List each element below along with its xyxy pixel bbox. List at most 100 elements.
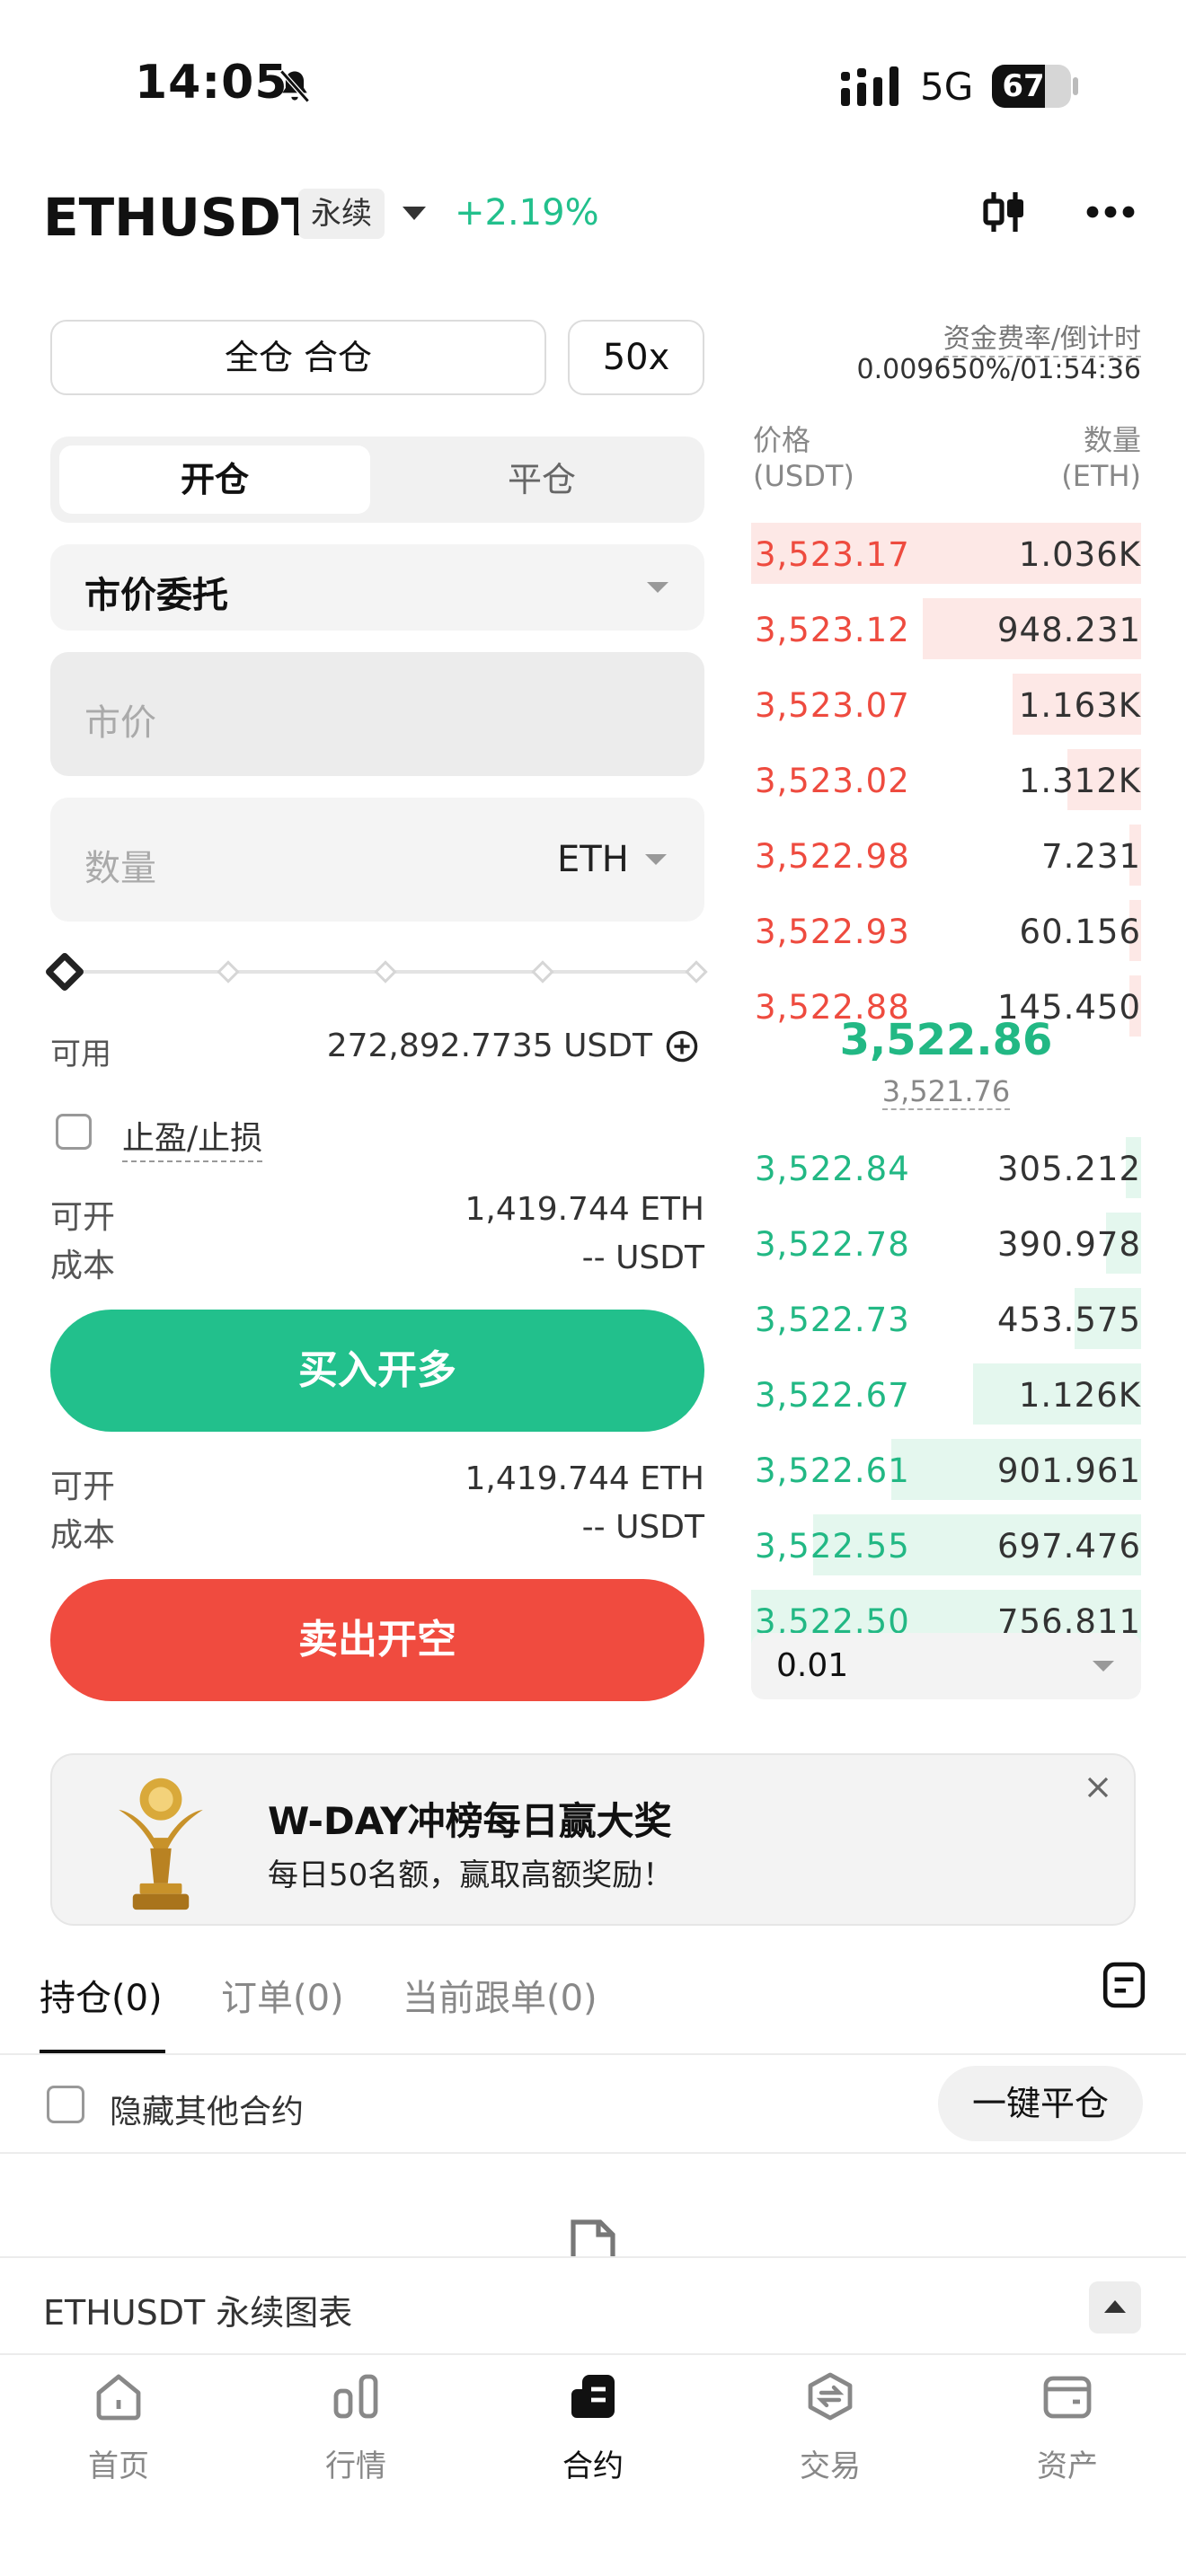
bid-price: 3,522.78 xyxy=(755,1225,910,1264)
slider-node-75[interactable] xyxy=(531,960,554,984)
hide-other-contracts-label[interactable]: 隐藏其他合约 xyxy=(110,2086,304,2132)
chart-drawer-bar[interactable]: ETHUSDT 永续图表 xyxy=(0,2256,1186,2353)
sell-cost-row: 成本 -- USDT xyxy=(50,1509,704,1554)
tpsl-label[interactable]: 止盈/止损 xyxy=(122,1112,263,1162)
chevron-down-icon xyxy=(645,854,667,865)
bid-quantity: 390.978 xyxy=(996,1225,1141,1264)
depth-step-value: 0.01 xyxy=(776,1647,849,1684)
bid-row[interactable]: 3,522.67 1.126K xyxy=(751,1363,1141,1425)
nav-market-label: 行情 xyxy=(325,2448,386,2484)
order-history-icon[interactable] xyxy=(1102,1960,1146,2010)
promo-banner[interactable]: W-DAY冲榜每日赢大奖 每日50名额，赢取高额奖励！ xyxy=(50,1753,1136,1926)
ask-quantity: 948.231 xyxy=(996,611,1141,649)
add-funds-icon[interactable] xyxy=(665,1029,699,1063)
available-balance: 272,892.7735 USDT xyxy=(326,1028,652,1064)
ask-price: 3,523.17 xyxy=(755,535,910,574)
depth-step-select[interactable]: 0.01 xyxy=(751,1633,1141,1699)
signal-icon xyxy=(841,66,898,106)
tab-open-position[interactable]: 开仓 xyxy=(59,446,370,514)
tpsl-checkbox[interactable] xyxy=(56,1114,92,1150)
nav-futures[interactable]: 合约 xyxy=(474,2355,712,2499)
mark-price: 3,521.76 xyxy=(751,1074,1141,1110)
max-open-value: 1,419.744 ETH xyxy=(465,1191,704,1228)
tab-positions[interactable]: 持仓(0) xyxy=(40,1969,163,2021)
bell-muted-icon xyxy=(279,69,310,103)
slider-thumb[interactable] xyxy=(44,951,85,992)
cost-value: -- USDT xyxy=(581,1239,704,1276)
buy-cost-row: 成本 -- USDT xyxy=(50,1239,704,1284)
hide-other-contracts-checkbox[interactable] xyxy=(47,2086,84,2123)
sell-short-button[interactable]: 卖出开空 xyxy=(50,1579,704,1701)
margin-mode-button[interactable]: 全仓 合仓 xyxy=(50,320,546,395)
quantity-placeholder: 数量 xyxy=(84,848,156,889)
order-type-select[interactable]: 市价委托 xyxy=(50,544,704,631)
ask-row[interactable]: 3,523.17 1.036K xyxy=(751,523,1141,584)
ask-price: 3,523.07 xyxy=(755,686,910,725)
ask-quantity: 1.163K xyxy=(1018,686,1141,725)
price-header-label: 价格 xyxy=(753,423,811,457)
ask-quantity: 1.036K xyxy=(1018,535,1141,574)
slider-node-50[interactable] xyxy=(374,960,397,984)
price-placeholder: 市价 xyxy=(84,702,156,744)
pair-dropdown-icon[interactable] xyxy=(403,207,426,220)
futures-icon xyxy=(571,2375,615,2418)
candlestick-chart-icon[interactable] xyxy=(979,187,1030,237)
qty-header-label: 数量 xyxy=(1083,423,1141,457)
buy-max-open-row: 可开 1,419.744 ETH xyxy=(50,1191,704,1236)
ask-row[interactable]: 3,522.98 7.231 xyxy=(751,825,1141,886)
chart-expand-button[interactable] xyxy=(1089,2281,1141,2333)
orderbook-price-header: 价格 (USDT) xyxy=(753,422,854,494)
buy-long-button[interactable]: 买入开多 xyxy=(50,1310,704,1432)
bid-row[interactable]: 3,522.84 305.212 xyxy=(751,1137,1141,1198)
more-icon[interactable] xyxy=(1085,205,1136,219)
last-price[interactable]: 3,522.86 xyxy=(751,1015,1141,1065)
divider xyxy=(0,2152,1186,2154)
bid-row[interactable]: 3,522.73 453.575 xyxy=(751,1288,1141,1349)
quantity-unit-select[interactable]: ETH xyxy=(557,839,629,880)
bid-price: 3,522.73 xyxy=(755,1301,910,1339)
tab-close-position[interactable]: 平仓 xyxy=(386,446,697,514)
nav-market[interactable]: 行情 xyxy=(237,2355,474,2499)
bid-quantity: 453.575 xyxy=(996,1301,1141,1339)
ask-row[interactable]: 3,523.07 1.163K xyxy=(751,674,1141,735)
battery-icon: 67 xyxy=(992,65,1071,108)
slider-node-25[interactable] xyxy=(217,960,240,984)
bid-row[interactable]: 3,522.78 390.978 xyxy=(751,1213,1141,1274)
ask-row[interactable]: 3,522.93 60.156 xyxy=(751,900,1141,961)
bid-row[interactable]: 3,522.55 697.476 xyxy=(751,1514,1141,1575)
bid-row[interactable]: 3,522.61 901.961 xyxy=(751,1439,1141,1500)
close-all-button[interactable]: 一键平仓 xyxy=(938,2066,1143,2141)
quantity-input[interactable]: 数量 ETH xyxy=(50,798,704,922)
wallet-icon xyxy=(1043,2376,1092,2419)
status-bar: 14:05 5G 67 xyxy=(0,0,1186,162)
nav-home[interactable]: 首页 xyxy=(0,2355,237,2499)
network-type: 5G xyxy=(920,65,974,109)
nav-futures-label: 合约 xyxy=(562,2448,624,2484)
nav-trade[interactable]: 交易 xyxy=(712,2355,949,2499)
bid-price: 3,522.67 xyxy=(755,1376,910,1415)
slider-node-100[interactable] xyxy=(685,960,708,984)
bid-quantity: 697.476 xyxy=(996,1527,1141,1566)
contract-type-badge: 永续 xyxy=(298,189,385,239)
tab-copy-trades[interactable]: 当前跟单(0) xyxy=(403,1969,597,2021)
market-icon xyxy=(333,2374,378,2419)
ask-price: 3,522.93 xyxy=(755,913,910,951)
funding-rate-label[interactable]: 资金费率/倒计时 xyxy=(943,316,1141,357)
leverage-button[interactable]: 50x xyxy=(568,320,704,395)
battery-level: 67 xyxy=(1002,68,1045,104)
chart-drawer-label: ETHUSDT 永续图表 xyxy=(43,2293,353,2333)
nav-assets[interactable]: 资产 xyxy=(949,2355,1186,2499)
nav-home-label: 首页 xyxy=(88,2448,149,2484)
tab-orders[interactable]: 订单(0) xyxy=(221,1969,344,2021)
bottom-navigation: 首页 行情 合约 交易 资产 xyxy=(0,2353,1186,2576)
quantity-slider[interactable] xyxy=(44,951,708,992)
ask-price: 3,523.02 xyxy=(755,762,910,800)
price-input[interactable]: 市价 xyxy=(50,652,704,776)
nav-trade-label: 交易 xyxy=(800,2448,861,2484)
ask-row[interactable]: 3,523.02 1.312K xyxy=(751,749,1141,810)
ask-row[interactable]: 3,523.12 948.231 xyxy=(751,598,1141,659)
mark-price-value: 3,521.76 xyxy=(881,1074,1011,1110)
pair-symbol[interactable]: ETHUSDT xyxy=(43,187,316,248)
close-icon[interactable] xyxy=(1087,1777,1109,1798)
bid-quantity: 305.212 xyxy=(996,1150,1141,1188)
